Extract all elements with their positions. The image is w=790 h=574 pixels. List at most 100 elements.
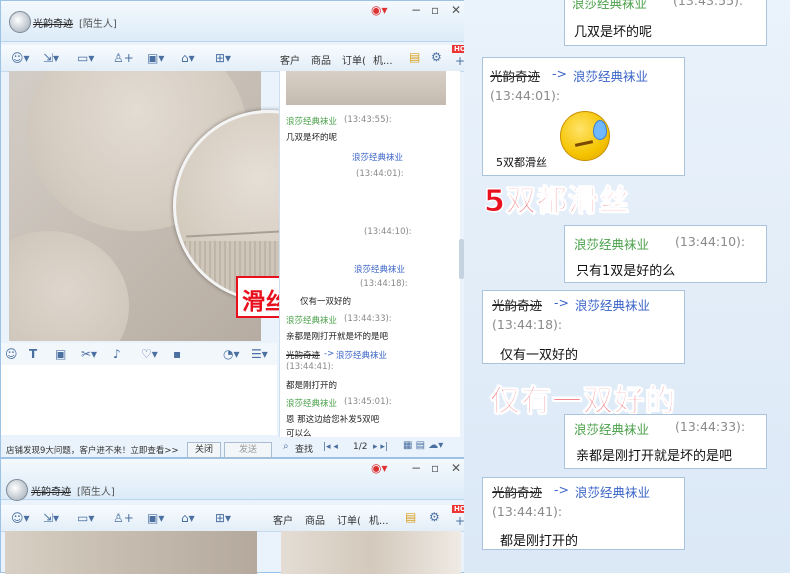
chat-bubble-received: 浪莎经典袜业 (13:44:10): 只有1双是好的么 xyxy=(564,225,767,283)
tab-customer[interactable]: 客户 xyxy=(273,512,293,527)
title-bar: 光韵奇迹 [陌生人] ◉▾ − ▫ ✕ xyxy=(1,459,465,501)
leg-shape-2 xyxy=(9,231,129,341)
sweat-emoji-icon xyxy=(560,111,610,161)
screen-share-icon[interactable]: ▣▾ xyxy=(147,511,164,525)
status-icon[interactable]: ◉▾ xyxy=(371,461,388,475)
search-icon[interactable]: ⌕ xyxy=(283,441,289,452)
chat-bubble-received: 浪莎经典袜业 (13:43:55): 几双是坏的呢 xyxy=(564,0,767,46)
more-icon[interactable]: ☰▾ xyxy=(251,347,268,361)
input-toolbar: ☺ T ▣ ✂▾ ♪ ♡▾ ▪ ◔▾ ☰▾ xyxy=(1,343,277,366)
stocking-photo-bottom-right xyxy=(281,531,461,574)
app-box-icon[interactable]: ⊞▾ xyxy=(215,51,231,65)
avatar[interactable] xyxy=(9,11,31,33)
maximize-icon[interactable]: ▫ xyxy=(431,461,439,475)
side-chat-history: 浪莎经典袜业 (13:43:55): 几双是坏的呢 浪莎经典袜业 (13:44:… xyxy=(279,71,460,437)
timestamp: (13:44:41): xyxy=(492,504,563,519)
image-icon[interactable]: ▣ xyxy=(55,347,66,361)
side-msg-store: 浪莎经典袜业 xyxy=(352,153,404,163)
tab-more[interactable]: 机... xyxy=(369,512,389,527)
contact-name[interactable]: 光韵奇迹 xyxy=(31,483,71,498)
chat-bubble-sent: 光韵奇迹 -> 浪莎经典袜业 (13:44:01): 5双都滑丝 xyxy=(482,57,685,176)
message-text: 仅有一双好的 xyxy=(500,348,579,363)
heart-icon[interactable]: ♡▾ xyxy=(141,347,158,361)
tab-product[interactable]: 商品 xyxy=(311,52,331,67)
add-friend-icon[interactable]: ♙+ xyxy=(113,51,134,65)
contact-name[interactable]: 光韵奇迹 xyxy=(33,15,73,30)
side-msg-ts: (13:44:10): xyxy=(364,227,412,237)
send-button[interactable]: 发送 xyxy=(224,442,272,458)
avatar[interactable] xyxy=(6,479,28,501)
message-text: 5双都滑丝 xyxy=(496,156,547,169)
tab-customer[interactable]: 客户 xyxy=(280,52,300,67)
notes-icon[interactable]: ▤ xyxy=(405,510,416,524)
video-call-icon[interactable]: ▭▾ xyxy=(77,51,94,65)
sender-name: 光韵奇迹 xyxy=(492,298,543,313)
screen-share-icon[interactable]: ▣▾ xyxy=(147,51,164,65)
side-msg-ts: (13:45:01): xyxy=(344,397,392,407)
message-text: 亲都是刚打开就是坏的是吧 xyxy=(576,449,733,464)
history-icon[interactable]: ◔▾ xyxy=(223,347,240,361)
side-msg-ts: (13:44:18): xyxy=(360,279,408,289)
tab-order[interactable]: 订单( xyxy=(342,52,366,67)
chat-bubble-received: 浪莎经典袜业 (13:44:33): 亲都是刚打开就是坏的是吧 xyxy=(564,414,767,469)
minimize-icon[interactable]: − xyxy=(411,461,421,475)
settings-icon[interactable]: ⚙ xyxy=(431,50,442,64)
maximize-icon[interactable]: ▫ xyxy=(431,3,439,17)
side-msg-ts: (13:44:01): xyxy=(356,169,404,179)
save-icon[interactable]: ▪ xyxy=(173,347,181,361)
sender-name: 浪莎经典袜业 xyxy=(572,0,648,11)
side-msg-ts: (13:44:33): xyxy=(344,314,392,324)
store-notice[interactable]: 店铺发现9大问题，客户进不来！立即查看>> xyxy=(6,444,179,456)
stocking-photo-bottom xyxy=(5,531,257,574)
page-indicator: 1/2 xyxy=(353,442,368,452)
toolbar: ☺▾ ⇲▾ ▭▾ ♙+ ▣▾ ⌂▾ ⊞▾ 客户 商品 订单( 机... ▤ ⚙ … xyxy=(1,45,473,72)
side-msg-name: 浪莎经典袜业 xyxy=(286,399,338,409)
app-box-icon[interactable]: ⊞▾ xyxy=(215,511,231,525)
remote-assist-icon[interactable]: ⌂▾ xyxy=(181,511,195,525)
minimize-icon[interactable]: − xyxy=(411,3,421,17)
side-photo-thumb xyxy=(286,71,446,105)
tab-order[interactable]: 订单( xyxy=(337,512,361,527)
toolbar: ☺▾ ⇲▾ ▭▾ ♙+ ▣▾ ⌂▾ ⊞▾ 客户 商品 订单( 机... ▤ ⚙ … xyxy=(1,505,473,532)
view-icons[interactable]: ▦ ▤ ☁▾ xyxy=(403,440,443,451)
timestamp: (13:43:55): xyxy=(673,0,744,8)
emoji-icon[interactable]: ☺▾ xyxy=(11,51,30,65)
scissors-icon[interactable]: ✂▾ xyxy=(81,347,97,361)
side-msg-text: 可以么 xyxy=(286,429,312,437)
message-text: 几双是坏的呢 xyxy=(574,25,653,40)
page-next-icon[interactable]: ▸ ▸| xyxy=(373,442,388,452)
page-prev-icon[interactable]: |◂ ◂ xyxy=(323,442,338,452)
tab-more[interactable]: 机... xyxy=(373,52,393,67)
close-button[interactable]: 关闭 xyxy=(187,442,221,458)
side-msg-store: 浪莎经典袜业 xyxy=(354,265,406,275)
settings-icon[interactable]: ⚙ xyxy=(429,510,440,524)
side-msg-text: 仅有一双好的 xyxy=(300,297,352,307)
close-icon[interactable]: ✕ xyxy=(451,3,461,17)
video-call-icon[interactable]: ▭▾ xyxy=(77,511,94,525)
add-friend-icon[interactable]: ♙+ xyxy=(113,511,134,525)
file-send-icon[interactable]: ⇲▾ xyxy=(43,51,59,65)
side-msg-arrow: -> xyxy=(324,349,335,359)
remote-assist-icon[interactable]: ⌂▾ xyxy=(181,51,195,65)
contact-tag: [陌生人] xyxy=(79,19,117,30)
arrow: -> xyxy=(554,295,569,310)
side-msg-text: 都是刚打开的 xyxy=(286,381,338,391)
tab-product[interactable]: 商品 xyxy=(305,512,325,527)
bell-icon[interactable]: ♪ xyxy=(113,347,121,361)
top-chat-window: 光韵奇迹 [陌生人] ◉▾ − ▫ ✕ ☺▾ ⇲▾ ▭▾ ♙+ ▣▾ ⌂▾ ⊞▾… xyxy=(0,0,473,458)
emoji-icon[interactable]: ☺▾ xyxy=(11,511,30,525)
status-icon[interactable]: ◉▾ xyxy=(371,3,388,17)
side-msg-text: 恩 那这边给您补发5双吧 xyxy=(286,415,380,425)
emoji-face-icon[interactable]: ☺ xyxy=(5,347,18,361)
search-label[interactable]: 查找 xyxy=(295,442,313,455)
store-name: 浪莎经典袜业 xyxy=(575,298,651,313)
caption-all-five-runs: 5双都滑丝 xyxy=(484,184,630,220)
file-send-icon[interactable]: ⇲▾ xyxy=(43,511,59,525)
font-icon[interactable]: T xyxy=(29,347,37,361)
close-icon[interactable]: ✕ xyxy=(451,461,461,475)
sender-name: 光韵奇迹 xyxy=(490,69,541,84)
notes-icon[interactable]: ▤ xyxy=(409,50,420,64)
bottom-chat-window: 光韵奇迹 [陌生人] ◉▾ − ▫ ✕ ☺▾ ⇲▾ ▭▾ ♙+ ▣▾ ⌂▾ ⊞▾… xyxy=(0,458,473,574)
message-input[interactable] xyxy=(1,365,277,435)
message-text: 只有1双是好的么 xyxy=(576,264,676,279)
